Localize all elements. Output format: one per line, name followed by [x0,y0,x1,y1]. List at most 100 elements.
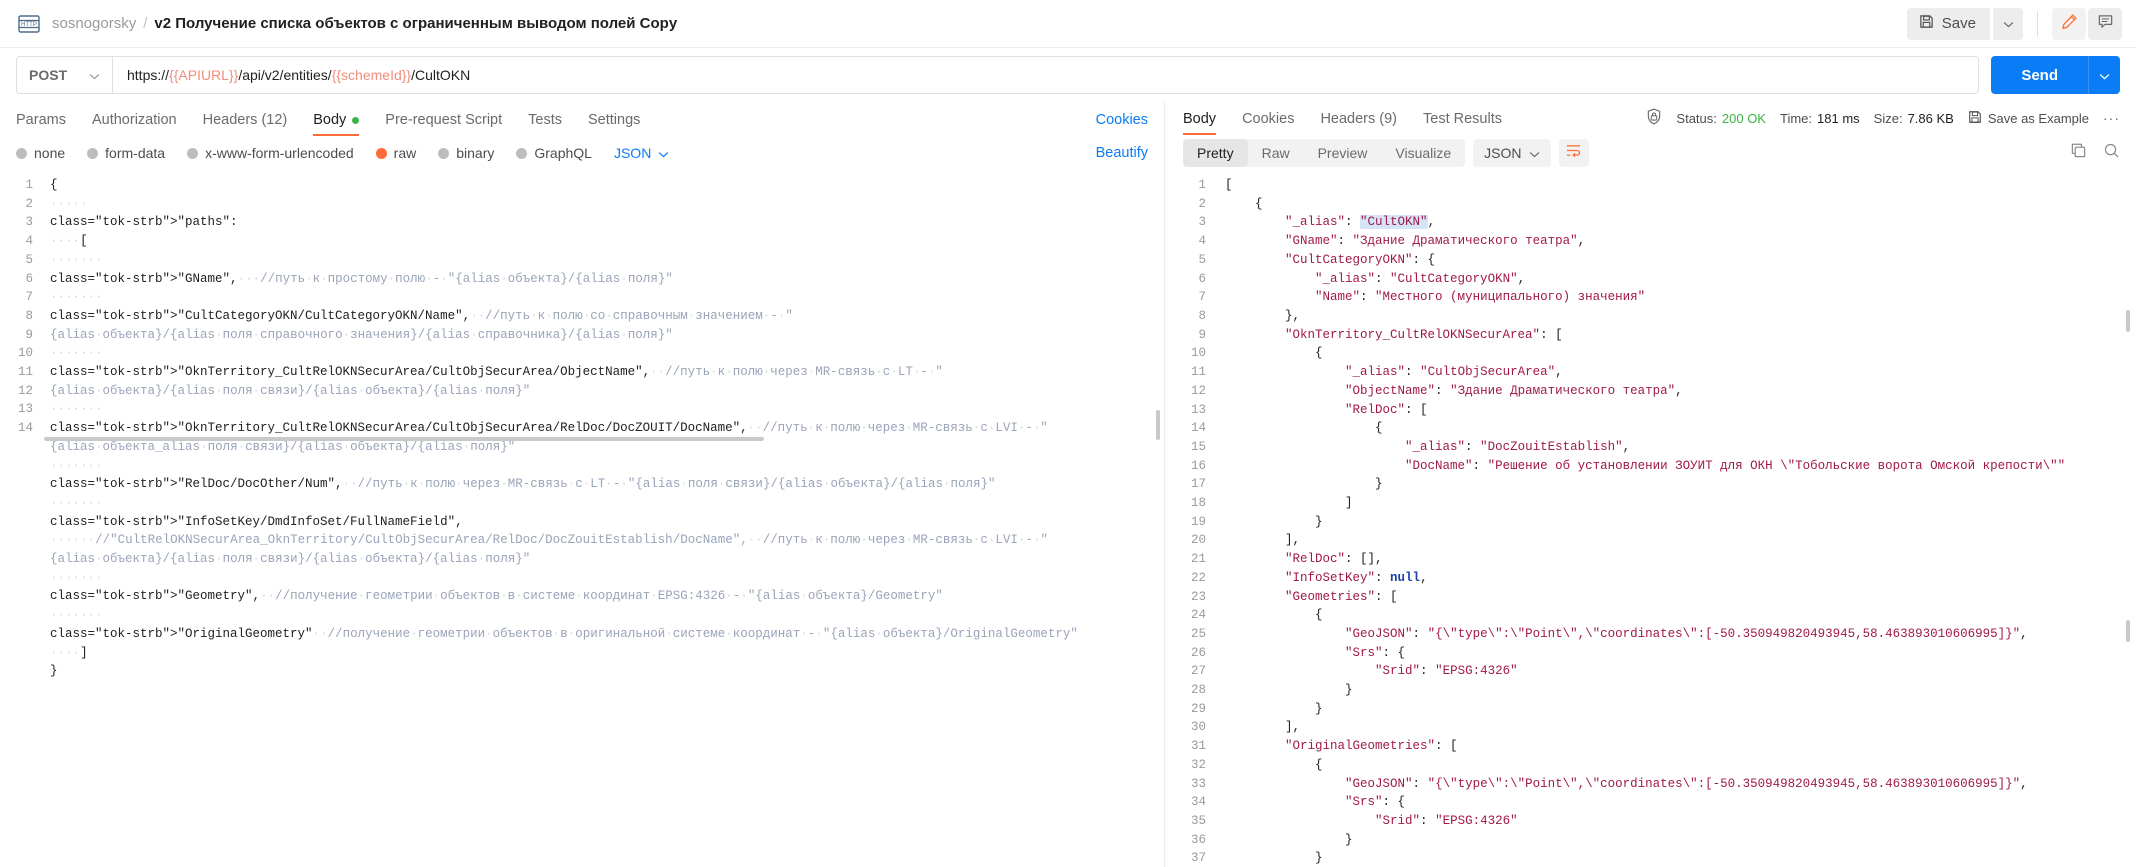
line-number: 18 [1190,496,1206,511]
line-number: 15 [1190,439,1206,454]
line-number: 32 [1190,757,1206,772]
code-line: "GName": "Здание Драматического театра", [1285,234,1586,249]
line-number: 8 [25,308,33,323]
response-vertical-scrollbar-1[interactable] [2126,310,2130,333]
response-vertical-scrollbar-2[interactable] [2126,620,2130,643]
line-number: 21 [1190,552,1206,567]
tab-label: Pre-request Script [385,112,503,128]
response-tab-body[interactable]: Body [1183,111,1229,136]
breadcrumb-separator: / [143,15,148,32]
http-icon: HTTP [18,14,40,34]
body-format-selector[interactable]: JSON [614,145,669,161]
line-number: 10 [1190,346,1206,361]
wrap-lines-button[interactable] [1558,138,1589,167]
method-selector[interactable]: POST [17,57,113,93]
response-tab-headers[interactable]: Headers (9) [1307,111,1410,135]
tab-label: Body [313,112,347,128]
code-line: { [50,178,58,192]
search-icon [2103,142,2120,164]
line-number: 12 [1190,383,1206,398]
save-as-example-button[interactable]: Save as Example [1968,110,2089,127]
code-line: } [1225,832,1353,847]
request-vertical-scrollbar[interactable] [1156,410,1160,440]
tab-params[interactable]: Params [16,112,79,136]
line-number: 35 [1190,813,1206,828]
send-button[interactable]: Send [1991,56,2088,94]
line-number: 20 [1190,533,1206,548]
response-more-button[interactable]: ··· [2103,110,2120,126]
save-button[interactable]: Save [1906,7,1990,40]
code-line: "_alias": "CultCategoryOKN", [1315,271,1526,286]
line-number: 6 [1198,271,1206,286]
tab-headers[interactable]: Headers (12) [190,112,301,136]
request-code[interactable]: {····· class="tok-strb">"paths": ····[····… [42,170,1164,867]
view-tab-pretty[interactable]: Pretty [1183,138,1248,167]
time-label: Time: [1779,110,1813,126]
size-value: 7.86 KB [1907,110,1954,126]
code-line: } [50,664,58,679]
chevron-down-icon [658,145,669,161]
line-number: 6 [25,271,33,286]
body-type-raw[interactable]: raw [375,145,416,161]
code-line: "_alias": "CultObjSecurArea", [1345,365,1563,380]
request-line-numbers: 1 2 3 4 5 6 7 8 9 10 11 12 13 14 [0,170,42,867]
breadcrumb-owner[interactable]: sosnogorsky [52,15,136,32]
tab-pre-request-script[interactable]: Pre-request Script [372,112,515,136]
status-label: Status: [1676,110,1717,126]
line-number: 7 [25,290,33,305]
request-horizontal-scrollbar[interactable] [44,437,764,441]
search-button[interactable] [2103,142,2120,164]
tab-label: Cookies [1242,111,1295,128]
radio-icon [438,147,450,159]
tab-settings[interactable]: Settings [575,112,653,136]
code-line: "Srs": { [1345,645,1406,660]
save-options-button[interactable] [1993,7,2023,40]
code-line: "CultCategoryOKN": { [1285,252,1436,267]
response-tabs: Body Cookies Headers (9) Test Results St… [1165,102,2136,136]
request-tabs: Params Authorization Headers (12) Body P… [0,102,1164,136]
line-number: 25 [1190,626,1206,641]
response-code[interactable]: [ { "_alias": "CultOKN", "GName": "Здани… [1217,170,2136,867]
time-badge: Time: 181 ms [1780,111,1860,126]
chevron-down-icon [1529,145,1540,161]
beautify-link[interactable]: Beautify [1096,145,1148,161]
body-type-form-data[interactable]: form-data [87,145,165,161]
body-type-graphql[interactable]: GraphQL [516,145,592,161]
body-type-urlencoded[interactable]: x-www-form-urlencoded [187,145,354,161]
response-line-numbers: 1 2 3 4 5 6 7 8 9 10 11 12 13 14 15 16 17 18 19 20 21 22 23 24 2… [1165,170,1217,867]
response-body-viewer[interactable]: 1 2 3 4 5 6 7 8 9 10 11 12 13 14 15 16 17 18 19 20 21 22 23 24 2… [1165,170,2136,867]
comment-icon [2097,13,2114,35]
response-tab-cookies[interactable]: Cookies [1229,111,1307,135]
edit-request-button[interactable] [2052,7,2086,40]
view-tab-raw[interactable]: Raw [1248,139,1304,167]
response-toolbar-actions [2070,142,2120,164]
view-tab-preview[interactable]: Preview [1304,139,1382,167]
tab-body[interactable]: Body [300,112,372,136]
body-type-binary[interactable]: binary [438,145,494,161]
copy-button[interactable] [2070,142,2087,164]
page-title: v2 Получение списка объектов с ограничен… [154,15,678,32]
response-format-selector[interactable]: JSON [1473,138,1551,167]
response-tab-test-results[interactable]: Test Results [1410,111,1515,135]
line-number: 37 [1190,851,1206,866]
tab-label: Headers (9) [1320,111,1398,128]
view-tab-visualize[interactable]: Visualize [1381,139,1465,167]
comment-button[interactable] [2088,7,2122,40]
line-number: 11 [17,365,33,380]
send-options-button[interactable] [2088,56,2120,94]
tab-tests[interactable]: Tests [515,112,575,136]
code-line: { [1225,608,1323,623]
time-value: 181 ms [1817,110,1860,126]
code-line: } [1225,514,1323,529]
cookies-link[interactable]: Cookies [1096,112,1148,136]
radio-icon [16,147,27,159]
line-number: 9 [25,327,33,342]
url-input[interactable]: https://{{APIURL}}/api/v2/entities/{{sch… [113,67,1978,83]
chevron-down-icon [2099,68,2110,83]
request-body-editor[interactable]: 1 2 3 4 5 6 7 8 9 10 11 12 13 14 {····· class="tok-str… [0,170,1164,867]
line-number: 13 [17,402,33,417]
url-var-schemeid: {{schemeId}} [331,67,412,83]
tab-authorization[interactable]: Authorization [79,112,190,136]
line-number: 3 [1198,215,1206,230]
body-type-none[interactable]: none [16,145,65,161]
